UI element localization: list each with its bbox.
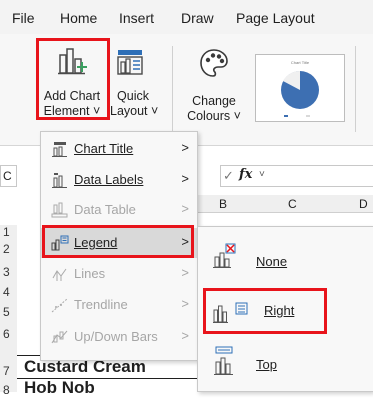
column-header-c[interactable]: C — [288, 197, 297, 211]
thumb-chart-title: Chart Title — [291, 60, 310, 65]
legend-right-label: Right — [264, 303, 295, 318]
change-colours-button[interactable]: Change Colours ˅ — [182, 40, 246, 123]
menu-item-data-labels[interactable]: Data Labels > — [41, 165, 199, 195]
data-labels-icon — [52, 173, 67, 188]
quick-layout-label-1: Quick — [117, 89, 149, 103]
submenu-item-top[interactable]: Top — [198, 340, 373, 390]
row-header-1[interactable]: 1 — [3, 225, 10, 239]
tab-page-layout[interactable]: Page Layout — [236, 10, 315, 26]
menu-item-data-table[interactable]: Data Table > — [41, 195, 199, 225]
data-table-label: Data Table — [74, 202, 136, 217]
chevron-right-icon: > — [181, 328, 189, 343]
chevron-right-icon: > — [181, 201, 189, 216]
tab-draw[interactable]: Draw — [181, 10, 214, 26]
trendline-icon — [51, 298, 68, 313]
add-chart-element-label-2: Element ˅ — [43, 104, 101, 118]
menu-item-lines[interactable]: Lines > — [41, 259, 199, 289]
lines-label: Lines — [74, 266, 106, 281]
lines-icon — [52, 268, 67, 281]
chevron-right-icon: > — [181, 140, 189, 155]
legend-right-box-icon — [235, 302, 248, 315]
legend-none-icon — [213, 243, 236, 268]
legend-submenu: None Right Top — [197, 226, 373, 392]
chart-title-label: Chart Title — [74, 141, 134, 156]
tab-home[interactable]: Home — [60, 10, 97, 26]
menu-item-chart-title[interactable]: Chart Title > — [41, 134, 199, 164]
submenu-item-right[interactable]: Right — [198, 290, 373, 332]
pie-chart-thumbnail: Chart Title — [281, 60, 319, 117]
ribbon-tab-bar: File Home Insert Draw Page Layout — [0, 0, 373, 34]
add-chart-element-button[interactable]: Add Chart Element ˅ — [38, 40, 106, 122]
column-header-b[interactable]: B — [219, 197, 227, 211]
name-box[interactable]: C — [0, 165, 17, 187]
legend-right-icon — [213, 305, 228, 323]
tab-file[interactable]: File — [12, 10, 35, 26]
menu-item-up-down-bars[interactable]: Up/Down Bars > — [41, 322, 199, 352]
ribbon-separator-2 — [355, 46, 356, 132]
row-headers: 1 2 3 4 5 6 7 8 — [0, 225, 17, 397]
row-header-8[interactable]: 8 — [3, 383, 10, 397]
palette-icon — [200, 49, 228, 77]
quick-layout-icon — [117, 50, 143, 75]
legend-top-label: Top — [256, 357, 277, 372]
row-header-3[interactable]: 3 — [3, 265, 10, 279]
chevron-right-icon: > — [181, 265, 189, 280]
quick-layout-button[interactable]: Quick Layout ˅ — [108, 40, 159, 122]
row-header-2[interactable]: 2 — [3, 242, 10, 256]
formula-dropdown-icon[interactable]: ˅ — [259, 169, 265, 180]
add-chart-element-label-1: Add Chart — [43, 89, 101, 103]
data-labels-label: Data Labels — [74, 172, 144, 187]
legend-icon — [51, 235, 69, 251]
column-header-d[interactable]: D — [359, 197, 368, 211]
menu-item-legend[interactable]: Legend > — [41, 228, 199, 258]
chart-title-icon — [52, 142, 67, 157]
change-colours-label-1: Change — [192, 94, 236, 108]
tab-insert[interactable]: Insert — [119, 10, 154, 26]
chart-style-thumbnail[interactable]: Chart Title — [255, 54, 345, 122]
submenu-item-none[interactable]: None — [198, 237, 373, 287]
legend-top-icon — [214, 346, 233, 375]
name-box-text: C — [3, 169, 12, 183]
add-chart-element-menu: Chart Title > Data Labels > Data Table >… — [40, 131, 199, 361]
data-table-icon — [51, 202, 68, 218]
column-headers: B C D — [198, 195, 373, 213]
row-header-5[interactable]: 5 — [3, 305, 10, 319]
trendline-label: Trendline — [74, 297, 128, 312]
add-chart-element-icon — [58, 48, 87, 75]
legend-label: Legend — [74, 235, 118, 250]
up-down-bars-label: Up/Down Bars — [74, 329, 158, 344]
row-header-4[interactable]: 4 — [3, 285, 10, 299]
quick-layout-label-2: Layout ˅ — [110, 104, 159, 118]
chevron-right-icon: > — [181, 296, 189, 311]
ribbon: Add Chart Element ˅ Quick Layout ˅ Chang… — [0, 34, 373, 146]
formula-bar[interactable]: ✓ fx ˅ — [220, 165, 373, 187]
row-header-6[interactable]: 6 — [3, 327, 10, 341]
menu-item-trendline[interactable]: Trendline > — [41, 290, 199, 320]
ribbon-separator — [172, 46, 173, 132]
formula-bar-separator: ✓ — [223, 168, 234, 183]
change-colours-label-2: Colours ˅ — [187, 109, 241, 123]
fx-icon[interactable]: fx — [239, 167, 252, 182]
row-header-7[interactable]: 7 — [3, 364, 10, 378]
legend-none-label: None — [256, 254, 288, 269]
chevron-right-icon: > — [181, 171, 189, 186]
cell-hob-nob[interactable]: Hob Nob — [24, 378, 95, 398]
up-down-bars-icon — [51, 330, 68, 344]
chevron-right-icon: > — [181, 234, 189, 249]
